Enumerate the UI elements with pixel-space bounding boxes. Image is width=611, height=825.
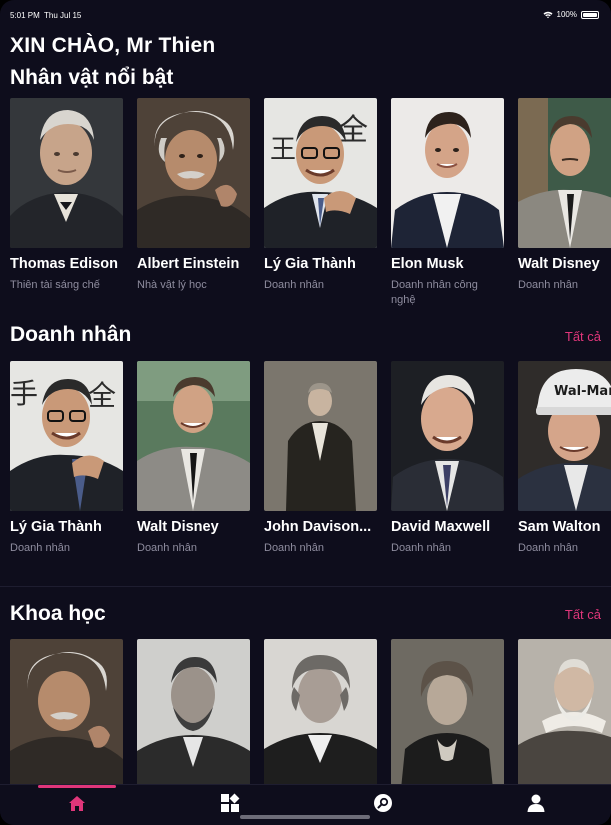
person-card[interactable]: Wal-Mart Sam Walton Doanh nhân	[518, 361, 611, 556]
person-role: Thiên tài sáng chế	[10, 279, 100, 291]
person-card[interactable]: Walt Disney Doanh nhân	[137, 361, 250, 556]
tab-categories[interactable]	[190, 785, 270, 825]
tab-search[interactable]	[343, 785, 423, 825]
svg-text:手: 手	[10, 377, 38, 410]
person-photo	[10, 639, 123, 785]
person-card[interactable]: Albert Einstein Nhà vật lý học	[137, 98, 250, 293]
featured-row: Thomas Edison Thiên tài sáng chế Albert …	[10, 98, 611, 306]
person-card[interactable]	[264, 639, 377, 785]
svg-text:全: 全	[88, 379, 116, 412]
tab-home[interactable]	[37, 785, 117, 825]
person-card[interactable]	[10, 639, 123, 785]
portrait-image	[264, 639, 377, 785]
portrait-image	[391, 98, 504, 248]
person-photo	[137, 98, 250, 248]
featured-section-title: Nhân vật nổi bật	[10, 66, 174, 89]
person-name: Thomas Edison	[10, 256, 118, 272]
person-role: Doanh nhân công nghệ	[391, 279, 478, 306]
status-bar: 5:01 PM Thu Jul 15 100%	[0, 0, 611, 28]
person-photo: 全 王	[264, 98, 377, 248]
person-role: Doanh nhân	[518, 279, 578, 291]
person-name: David Maxwell	[391, 519, 491, 535]
person-name: Albert Einstein	[137, 256, 240, 272]
portrait-image	[137, 361, 250, 511]
person-name: Walt Disney	[137, 519, 219, 535]
portrait-image: 手 全	[10, 361, 123, 511]
section-divider	[0, 586, 611, 587]
portrait-image	[518, 98, 611, 248]
portrait-image	[10, 98, 123, 248]
person-name: Walt Disney	[518, 256, 600, 272]
person-card[interactable]: Walt Disney Doanh nhân	[518, 98, 611, 293]
person-photo	[391, 98, 504, 248]
categories-icon	[221, 793, 240, 812]
portrait-image: 全 王	[264, 98, 377, 248]
person-photo	[391, 361, 504, 511]
person-role: Doanh nhân	[137, 542, 197, 554]
person-photo	[264, 361, 377, 511]
science-see-all-link[interactable]: Tất cả	[565, 607, 601, 622]
person-card[interactable]: Elon Musk Doanh nhân công nghệ	[391, 98, 504, 308]
svg-text:Wal-Mart: Wal-Mart	[554, 384, 611, 399]
person-photo: 手 全	[10, 361, 123, 511]
person-photo	[137, 361, 250, 511]
person-role: Nhà vật lý học	[137, 279, 207, 291]
search-icon	[374, 794, 392, 812]
portrait-image	[391, 361, 504, 511]
status-time: 5:01 PM	[10, 11, 40, 20]
person-name: Sam Walton	[518, 519, 601, 535]
home-icon	[69, 796, 85, 811]
person-photo	[10, 98, 123, 248]
portrait-image: Wal-Mart	[518, 361, 611, 511]
person-photo: Wal-Mart	[518, 361, 611, 511]
person-role: Doanh nhân	[518, 542, 578, 554]
portrait-image	[137, 639, 250, 785]
person-card[interactable]: John Davison... Doanh nhân	[264, 361, 377, 556]
business-row: 手 全 Lý Gia Thành Doanh nhân Walt Disney …	[10, 361, 611, 554]
person-card[interactable]	[391, 639, 504, 785]
tab-bar	[0, 784, 611, 825]
person-role: Doanh nhân	[391, 542, 451, 554]
home-indicator-bar[interactable]	[240, 815, 370, 819]
person-photo	[391, 639, 504, 785]
person-name: Lý Gia Thành	[10, 519, 102, 535]
person-card[interactable]	[518, 639, 611, 785]
portrait-image	[10, 639, 123, 785]
person-photo	[264, 639, 377, 785]
battery-icon	[581, 10, 599, 19]
portrait-image	[137, 98, 250, 248]
status-indicators: 100%	[543, 10, 599, 19]
person-photo	[518, 98, 611, 248]
person-card[interactable]: 全 王 Lý Gia Thành Doanh nhân	[264, 98, 377, 293]
battery-percent: 100%	[556, 10, 577, 19]
person-card[interactable]	[137, 639, 250, 785]
svg-text:王: 王	[270, 135, 296, 165]
business-see-all-link[interactable]: Tất cả	[565, 329, 601, 344]
person-card[interactable]: Thomas Edison Thiên tài sáng chế	[10, 98, 123, 293]
person-name: John Davison...	[264, 519, 372, 535]
portrait-image	[264, 361, 377, 511]
portrait-image	[391, 639, 504, 785]
person-role: Doanh nhân	[10, 542, 70, 554]
wifi-icon	[543, 11, 553, 18]
status-date: Thu Jul 15	[44, 11, 82, 20]
app-screen: 5:01 PM Thu Jul 15 100% XIN CHÀO, Mr Thi…	[0, 0, 611, 825]
person-name: Lý Gia Thành	[264, 256, 356, 272]
portrait-image	[518, 639, 611, 785]
person-photo	[518, 639, 611, 785]
person-card[interactable]: David Maxwell Doanh nhân	[391, 361, 504, 556]
person-role: Doanh nhân	[264, 279, 324, 291]
greeting-title: XIN CHÀO, Mr Thien	[10, 34, 216, 57]
business-section-title: Doanh nhân	[10, 323, 132, 346]
science-row	[10, 639, 611, 785]
science-section-title: Khoa học	[10, 602, 106, 625]
tab-profile[interactable]	[496, 785, 576, 825]
profile-icon	[527, 794, 545, 812]
person-role: Doanh nhân	[264, 542, 324, 554]
person-card[interactable]: 手 全 Lý Gia Thành Doanh nhân	[10, 361, 123, 556]
person-photo	[137, 639, 250, 785]
person-name: Elon Musk	[391, 256, 464, 272]
